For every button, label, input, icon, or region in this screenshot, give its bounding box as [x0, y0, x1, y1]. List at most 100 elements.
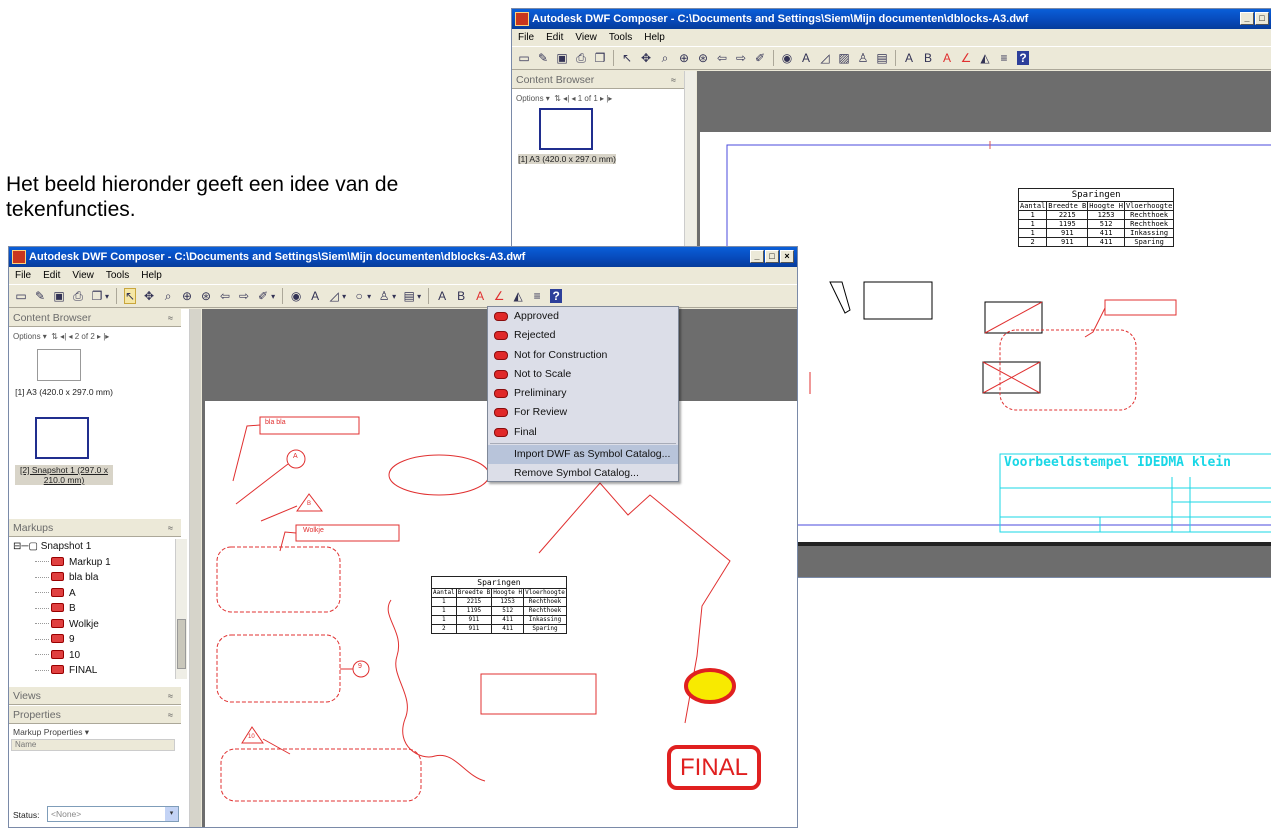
text-icon[interactable]: A [800, 51, 812, 65]
stamp-icon[interactable]: ♙ [378, 289, 390, 303]
front-browser-options[interactable]: Options ▾ ⇅ ◂| ◂ 2 of 2 ▸ |▸ [9, 329, 109, 345]
expand-icon[interactable]: ≈ [168, 687, 173, 705]
select-icon[interactable]: ↖ [124, 288, 137, 304]
stamp-preliminary[interactable]: Preliminary [488, 384, 678, 403]
print-icon[interactable]: ⎙ [575, 51, 587, 66]
zoom-window-icon[interactable]: ⌕ [162, 289, 174, 304]
save-icon[interactable]: ▣ [53, 289, 65, 303]
list-item[interactable]: Wolkje [13, 617, 111, 633]
minimize-icon[interactable]: _ [1240, 12, 1254, 25]
maximize-icon[interactable]: □ [1255, 12, 1269, 25]
new-icon[interactable]: ▭ [518, 51, 530, 65]
measure-icon[interactable]: ▤ [403, 289, 415, 303]
list-item[interactable]: Markup 1 [13, 555, 111, 571]
zoom-fit-icon[interactable]: ⊛ [697, 51, 709, 65]
markups-scrollbar[interactable] [175, 539, 187, 679]
line-icon[interactable]: ≡ [998, 51, 1010, 65]
menu-edit[interactable]: Edit [546, 29, 563, 46]
forward-icon[interactable]: ⇨ [735, 51, 747, 65]
back-icon[interactable]: ⇦ [716, 51, 728, 65]
chevron-down-icon[interactable]: ▾ [165, 807, 178, 821]
minimize-icon[interactable]: _ [750, 250, 764, 263]
stamp-final[interactable]: Final [488, 423, 678, 442]
copy-icon[interactable]: ❐ [91, 289, 103, 303]
print-icon[interactable]: ⎙ [72, 289, 84, 304]
underline-icon[interactable]: A [474, 289, 486, 303]
triangle-b-text[interactable]: B [307, 501, 311, 507]
menu-view[interactable]: View [72, 267, 94, 284]
back-page-thumbnail[interactable] [539, 108, 593, 150]
open-icon[interactable]: ✎ [34, 289, 46, 303]
pan-icon[interactable]: ✥ [143, 289, 155, 303]
bubble-9-text[interactable]: 9 [358, 663, 362, 670]
color-icon[interactable]: ∠ [493, 289, 505, 303]
list-item[interactable]: A [13, 586, 111, 602]
callout-bla-bla-text[interactable]: bla bla [265, 419, 286, 426]
back-icon[interactable]: ⇦ [219, 289, 231, 303]
menu-file[interactable]: File [15, 267, 31, 284]
callout-icon[interactable]: ◿ [819, 51, 831, 65]
list-item[interactable]: 9 [13, 632, 111, 648]
pen-icon[interactable]: ✐ [754, 51, 766, 65]
font-icon[interactable]: A [903, 51, 915, 65]
menu-file[interactable]: File [518, 29, 534, 46]
markup-properties-dropdown[interactable]: Markup Properties ▾ [13, 727, 89, 738]
zoom-icon[interactable]: ⊕ [181, 289, 193, 303]
list-item[interactable]: B [13, 601, 111, 617]
front-title-bar[interactable]: Autodesk DWF Composer - C:\Documents and… [9, 247, 797, 267]
menu-help[interactable]: Help [644, 29, 665, 46]
back-browser-options[interactable]: Options ▾ ⇅ ◂| ◂ 1 of 1 ▸ |▸ [512, 91, 612, 107]
callout-wolkje-text[interactable]: Wolkje [303, 527, 324, 534]
collapse-icon[interactable]: ≈ [168, 706, 173, 724]
status-select[interactable]: <None> ▾ [47, 806, 179, 822]
save-icon[interactable]: ▣ [556, 51, 568, 65]
list-item[interactable]: FINAL [13, 663, 111, 679]
stamp-not-for-construction[interactable]: Not for Construction [488, 346, 678, 365]
zoom-icon[interactable]: ⊕ [678, 51, 690, 65]
copy-icon[interactable]: ❐ [594, 51, 606, 65]
new-icon[interactable]: ▭ [15, 289, 27, 303]
fill-icon[interactable]: ◭ [979, 51, 991, 65]
sparingen-table[interactable]: Sparingen Aantal Breedte B Hoogte H Vloe… [431, 576, 567, 634]
tree-root[interactable]: ⊟─▢ Snapshot 1 [13, 539, 111, 555]
list-item[interactable]: 10 [13, 648, 111, 664]
collapse-icon[interactable]: ≈ [168, 309, 173, 327]
scrollbar-thumb[interactable] [177, 619, 186, 669]
final-stamp[interactable]: FINAL [667, 745, 761, 790]
menu-tools[interactable]: Tools [609, 29, 632, 46]
color-icon[interactable]: ∠ [960, 51, 972, 65]
text-icon[interactable]: A [309, 289, 321, 303]
views-header[interactable]: Views ≈ [9, 687, 181, 705]
line-icon[interactable]: ≡ [531, 289, 543, 303]
underline-icon[interactable]: A [941, 51, 953, 65]
font-icon[interactable]: A [436, 289, 448, 303]
zoom-fit-icon[interactable]: ⊛ [200, 289, 212, 303]
pen-icon[interactable]: ✐ [257, 289, 269, 303]
stamp-not-to-scale[interactable]: Not to Scale [488, 365, 678, 384]
zoom-window-icon[interactable]: ⌕ [659, 51, 671, 66]
open-icon[interactable]: ✎ [537, 51, 549, 65]
menu-help[interactable]: Help [141, 267, 162, 284]
close-icon[interactable]: × [780, 250, 794, 263]
select-icon[interactable]: ↖ [621, 51, 633, 65]
measure-icon[interactable]: ▤ [876, 51, 888, 65]
import-symbol-catalog[interactable]: Import DWF as Symbol Catalog... [488, 445, 678, 465]
callout-icon[interactable]: ◿ [328, 289, 340, 303]
help-icon[interactable]: ? [550, 289, 563, 303]
bold-icon[interactable]: B [922, 51, 934, 65]
stamp-rejected[interactable]: Rejected [488, 326, 678, 345]
remove-symbol-catalog[interactable]: Remove Symbol Catalog... [488, 464, 678, 483]
pan-icon[interactable]: ✥ [640, 51, 652, 65]
hide-icon[interactable]: ◉ [290, 289, 302, 303]
menu-tools[interactable]: Tools [106, 267, 129, 284]
left-panel-scrollbar[interactable] [189, 309, 201, 827]
forward-icon[interactable]: ⇨ [238, 289, 250, 303]
list-item[interactable]: bla bla [13, 570, 111, 586]
shape-icon[interactable]: ▨ [838, 51, 850, 65]
collapse-icon[interactable]: ≈ [168, 519, 173, 537]
hide-icon[interactable]: ◉ [781, 51, 793, 65]
collapse-icon[interactable]: ≈ [671, 71, 676, 89]
shape-icon[interactable]: ○ [353, 289, 365, 303]
bold-icon[interactable]: B [455, 289, 467, 303]
front-page-thumbnail-2[interactable] [35, 417, 89, 459]
